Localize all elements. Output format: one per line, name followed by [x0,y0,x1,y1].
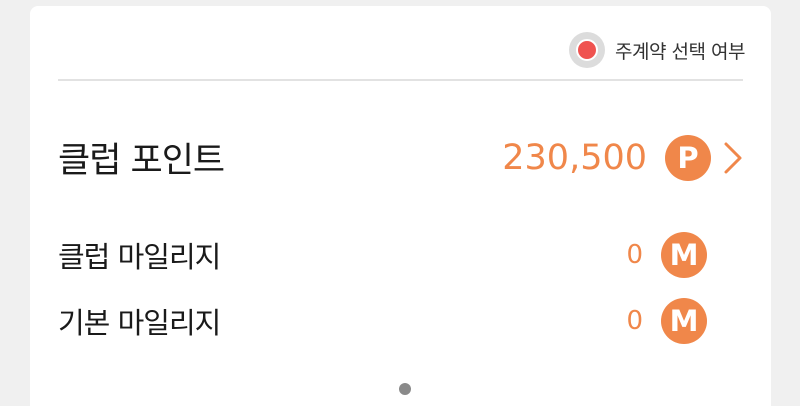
divider [58,79,743,81]
primary-contract-toggle[interactable]: 주계약 선택 여부 [569,32,745,68]
club-points-row[interactable]: 클럽 포인트 230,500 P [58,132,743,183]
club-mileage-amount: 0 [626,240,643,270]
points-card: 주계약 선택 여부 클럽 포인트 230,500 P 클럽 마일리지 0 M 기… [30,6,771,406]
points-badge-icon: P [665,134,711,181]
club-mileage-value-group: 0 M [626,232,707,278]
chevron-right-icon[interactable] [723,141,743,175]
club-points-value-group: 230,500 P [502,134,743,181]
basic-mileage-row: 기본 마일리지 0 M [58,298,743,344]
radio-selected-dot [576,39,599,61]
club-points-amount: 230,500 [502,137,647,178]
club-mileage-row: 클럽 마일리지 0 M [58,232,743,278]
basic-mileage-label: 기본 마일리지 [58,306,221,340]
club-points-label: 클럽 포인트 [58,141,225,181]
mileage-badge-icon: M [661,232,707,278]
basic-mileage-amount: 0 [626,306,643,336]
basic-mileage-value-group: 0 M [626,298,707,344]
primary-contract-label: 주계약 선택 여부 [615,40,745,63]
mileage-badge-icon: M [661,298,707,344]
page-indicator-dot[interactable] [399,383,411,395]
club-mileage-label: 클럽 마일리지 [58,240,221,274]
radio-button[interactable] [569,32,606,68]
